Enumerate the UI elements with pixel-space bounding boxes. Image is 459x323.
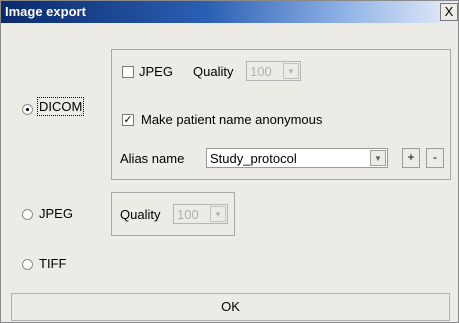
- anonymous-checkbox[interactable]: ✓: [122, 114, 134, 126]
- minus-icon: -: [433, 150, 437, 164]
- title-bar[interactable]: Image export X: [1, 1, 458, 23]
- chevron-down-icon: ▼: [370, 150, 386, 166]
- alias-name-label: Alias name: [120, 151, 185, 166]
- anonymous-label: Make patient name anonymous: [141, 112, 323, 127]
- remove-alias-button[interactable]: -: [426, 148, 444, 168]
- jpeg-compression-label: JPEG: [139, 64, 173, 79]
- jpeg-radio[interactable]: [22, 209, 33, 220]
- dicom-quality-label: Quality: [193, 64, 234, 79]
- dialog-title: Image export: [5, 4, 86, 19]
- jpeg-radio-label: JPEG: [39, 206, 73, 221]
- close-icon: X: [444, 4, 454, 19]
- jpeg-quality-label: Quality: [120, 207, 161, 222]
- dicom-quality-value: 100: [250, 64, 272, 79]
- chevron-down-icon: ▼: [283, 63, 299, 79]
- alias-name-value: Study_protocol: [210, 151, 297, 166]
- alias-name-select[interactable]: Study_protocol ▼: [206, 148, 388, 168]
- tiff-radio[interactable]: [22, 259, 33, 270]
- plus-icon: +: [407, 150, 415, 164]
- image-export-dialog: Image export X DICOM JPEG Quality 100 ▼ …: [0, 0, 459, 323]
- add-alias-button[interactable]: +: [402, 148, 420, 168]
- tiff-radio-label: TIFF: [39, 256, 67, 271]
- jpeg-quality-value: 100: [177, 207, 199, 222]
- dicom-quality-select[interactable]: 100 ▼: [246, 61, 301, 81]
- jpeg-quality-select[interactable]: 100 ▼: [173, 204, 228, 224]
- dicom-radio[interactable]: [22, 104, 33, 115]
- jpeg-compression-checkbox[interactable]: [122, 66, 134, 78]
- chevron-down-icon: ▼: [210, 206, 226, 222]
- dicom-radio-label[interactable]: DICOM: [36, 97, 85, 116]
- close-button[interactable]: X: [440, 3, 458, 21]
- ok-button-label: OK: [221, 299, 240, 314]
- ok-button[interactable]: OK: [11, 293, 450, 321]
